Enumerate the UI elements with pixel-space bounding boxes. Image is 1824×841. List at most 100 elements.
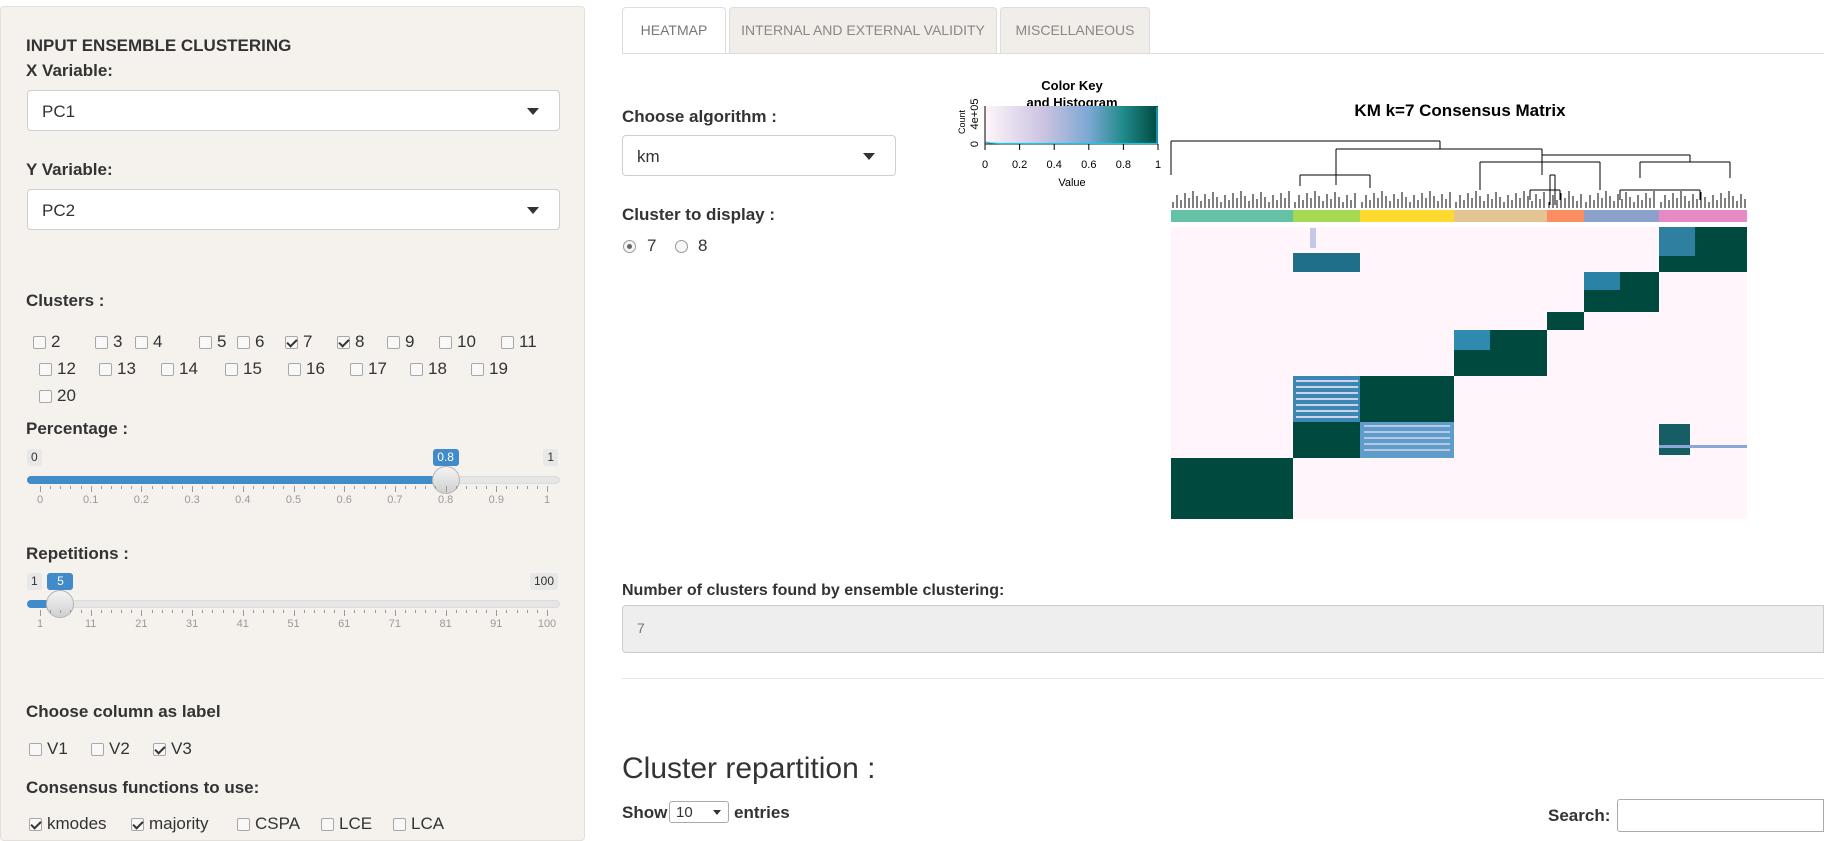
repetitions-minor-tick bbox=[283, 610, 285, 613]
cluster-checkbox-16[interactable] bbox=[288, 363, 301, 376]
chevron-down-icon bbox=[863, 153, 875, 160]
color-key-tick-label: 0 bbox=[982, 159, 988, 171]
cluster-checkbox-10[interactable] bbox=[439, 336, 452, 349]
algorithm-select[interactable]: km bbox=[622, 135, 896, 176]
chevron-down-icon bbox=[713, 810, 721, 815]
consensus-checkbox-kmodes[interactable] bbox=[29, 818, 42, 831]
cluster-checkbox-3[interactable] bbox=[95, 336, 108, 349]
cluster-checkbox-12[interactable] bbox=[39, 363, 52, 376]
cluster-option-label: 11 bbox=[519, 332, 537, 351]
tab-heatmap[interactable]: HEATMAP bbox=[622, 7, 726, 54]
cluster-checkbox-4[interactable] bbox=[135, 336, 148, 349]
cluster-checkbox-5[interactable] bbox=[199, 336, 212, 349]
cluster-color-segment bbox=[1360, 210, 1454, 222]
percentage-minor-tick bbox=[70, 486, 72, 489]
percentage-minor-tick bbox=[323, 486, 325, 489]
repetitions-tick-label: 71 bbox=[388, 618, 402, 630]
repetitions-tick-label: 91 bbox=[490, 618, 503, 630]
percentage-minor-tick bbox=[405, 486, 407, 489]
cluster-checkbox-14[interactable] bbox=[161, 363, 174, 376]
percentage-value-badge: 0.8 bbox=[432, 449, 459, 466]
consensus-checkbox-lce[interactable] bbox=[321, 818, 334, 831]
cluster-checkbox-6[interactable] bbox=[237, 336, 250, 349]
cluster-checkbox-8[interactable] bbox=[337, 336, 350, 349]
cluster-checkbox-17[interactable] bbox=[350, 363, 363, 376]
matrix-stripe bbox=[1296, 404, 1358, 406]
repetitions-tick bbox=[344, 610, 346, 616]
percentage-minor-tick bbox=[465, 486, 467, 489]
percentage-minor-tick bbox=[334, 486, 336, 489]
cluster-checkbox-11[interactable] bbox=[501, 336, 514, 349]
consensus-checkbox-majority[interactable] bbox=[131, 818, 144, 831]
repetitions-track[interactable] bbox=[27, 600, 560, 608]
percentage-minor-tick bbox=[212, 486, 214, 489]
cluster-display-radio-7[interactable] bbox=[623, 240, 636, 253]
tab-internal-external-validity[interactable]: INTERNAL AND EXTERNAL VALIDITY bbox=[729, 7, 997, 53]
cluster-option-label: 4 bbox=[153, 332, 163, 351]
label-column-option-label: V1 bbox=[47, 739, 68, 758]
cluster-checkbox-7[interactable] bbox=[285, 336, 298, 349]
repetitions-tick-label: 61 bbox=[338, 618, 351, 630]
repetitions-tick bbox=[394, 610, 396, 616]
repetitions-tick-label: 11 bbox=[84, 618, 97, 630]
entries-length-value: 10 bbox=[676, 804, 693, 821]
repetitions-minor-tick bbox=[222, 610, 224, 613]
matrix-block bbox=[1659, 227, 1695, 256]
repetitions-minor-tick bbox=[100, 610, 102, 613]
table-search-input[interactable] bbox=[1617, 799, 1824, 832]
repetitions-minor-tick bbox=[263, 610, 265, 613]
percentage-minor-tick bbox=[263, 486, 265, 489]
consensus-option-label: LCA bbox=[411, 814, 445, 833]
y-variable-select[interactable]: PC2 bbox=[27, 189, 560, 230]
cluster-display-radio-8[interactable] bbox=[675, 240, 688, 253]
repetitions-tick bbox=[242, 610, 244, 616]
color-key-subtitle: and Histogram bbox=[1026, 95, 1117, 110]
label-column-option-label: V3 bbox=[171, 739, 192, 758]
percentage-max-badge: 1 bbox=[543, 449, 558, 466]
algorithm-label: Choose algorithm : bbox=[622, 107, 777, 126]
repetitions-handle[interactable] bbox=[46, 590, 75, 618]
cluster-checkbox-19[interactable] bbox=[471, 363, 484, 376]
cluster-checkbox-13[interactable] bbox=[99, 363, 112, 376]
repetitions-tick bbox=[40, 610, 41, 616]
cluster-option-label: 14 bbox=[179, 359, 198, 378]
consensus-checkbox-cspa[interactable] bbox=[237, 818, 250, 831]
cluster-checkbox-18[interactable] bbox=[410, 363, 423, 376]
entries-label: entries bbox=[734, 803, 790, 822]
percentage-tick-label: 1 bbox=[543, 494, 551, 506]
consensus-checkbox-lca[interactable] bbox=[393, 818, 406, 831]
matrix-background bbox=[1171, 227, 1747, 519]
repetitions-minor-tick bbox=[70, 610, 72, 613]
cluster-checkbox-20[interactable] bbox=[39, 390, 52, 403]
cluster-display-option-8: 8 bbox=[698, 236, 708, 255]
percentage-minor-tick bbox=[161, 486, 163, 489]
percentage-tick bbox=[192, 486, 194, 492]
repetitions-minor-tick bbox=[303, 610, 305, 613]
cluster-checkbox-15[interactable] bbox=[225, 363, 238, 376]
show-label: Show bbox=[622, 803, 668, 822]
cluster-option-label: 15 bbox=[243, 359, 262, 378]
cluster-checkbox-2[interactable] bbox=[33, 336, 46, 349]
repetitions-minor-tick bbox=[526, 610, 528, 613]
matrix-block bbox=[1360, 422, 1454, 458]
percentage-label: Percentage : bbox=[26, 419, 129, 438]
repetitions-value-badge: 5 bbox=[47, 573, 74, 590]
percentage-tick bbox=[40, 486, 41, 492]
matrix-stripe bbox=[1296, 416, 1358, 418]
clusters-found-output: 7 bbox=[622, 605, 1824, 653]
matrix-block bbox=[1293, 422, 1360, 458]
label-column-checkbox-v3[interactable] bbox=[153, 743, 166, 756]
tab-miscellaneous[interactable]: MISCELLANEOUS bbox=[1000, 7, 1150, 53]
label-column-checkbox-v1[interactable] bbox=[29, 743, 42, 756]
percentage-tick bbox=[242, 486, 244, 492]
cluster-checkbox-9[interactable] bbox=[387, 336, 400, 349]
x-variable-select[interactable]: PC1 bbox=[27, 90, 560, 131]
cluster-option-label: 16 bbox=[306, 359, 325, 378]
repetitions-minor-tick bbox=[374, 610, 376, 613]
percentage-tick-label: 0.5 bbox=[285, 494, 302, 506]
label-column-checkbox-v2[interactable] bbox=[91, 743, 104, 756]
entries-length-select[interactable]: 10 bbox=[669, 801, 729, 823]
repetitions-minor-tick bbox=[50, 610, 52, 613]
color-key-tick-label: 0.4 bbox=[1047, 159, 1062, 171]
repetitions-tick bbox=[445, 610, 447, 616]
